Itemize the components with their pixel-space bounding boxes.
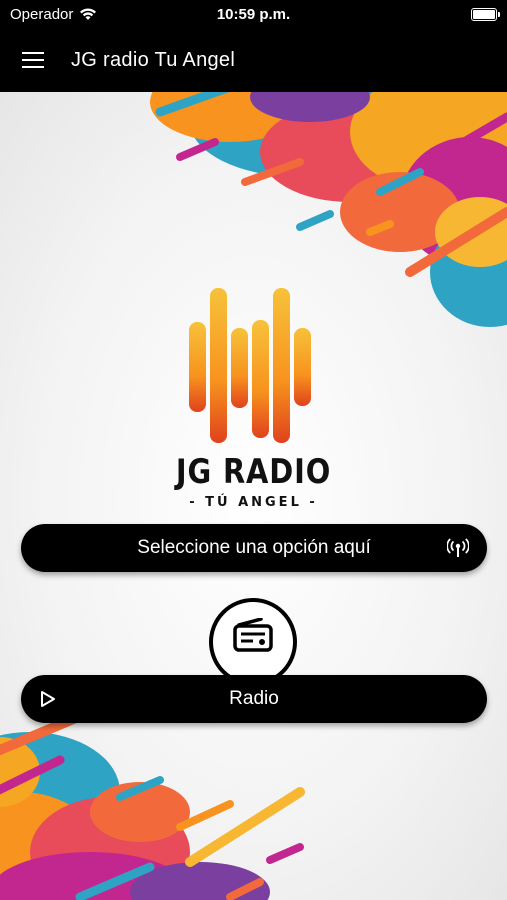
broadcast-icon [447,538,469,557]
hamburger-menu-icon[interactable] [22,52,44,68]
app-title: JG radio Tu Angel [71,48,236,71]
play-icon [41,691,55,707]
select-option-button[interactable]: Seleccione una opción aquí [21,524,487,572]
carrier-label: Operador [10,5,74,23]
app-bar: JG radio Tu Angel [0,28,507,92]
logo-subtitle: - TÚ ANGEL - [189,495,318,510]
radio-list-item[interactable]: Radio [21,675,487,723]
battery-icon [471,7,500,21]
status-left: Operador [10,6,97,23]
main-content: JG RADIO - TÚ ANGEL - Seleccione una opc… [0,92,507,900]
wifi-icon [80,8,97,20]
radio-icon-circle[interactable] [209,598,297,686]
radio-icon [233,618,273,652]
status-bar: Operador 10:59 p.m. [0,0,507,28]
select-option-label: Seleccione una opción aquí [137,537,371,558]
radio-label: Radio [229,688,279,709]
logo-title: JG RADIO [175,452,332,492]
